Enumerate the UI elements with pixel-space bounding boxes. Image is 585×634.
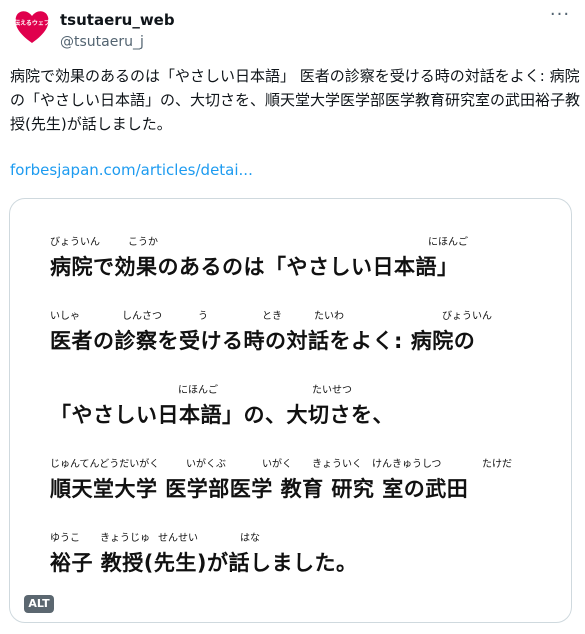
furigana: けんきゅうしつ — [372, 459, 442, 470]
image-line: にほんご たいせつ 「やさしい日本語」の、大切さを、 — [50, 381, 570, 449]
image-line-text: 病院で効果のあるのは「やさしい日本語」 — [50, 255, 459, 279]
furigana: じゅんてんどうだいがく — [50, 459, 160, 470]
image-line-text: 医者の診察を受ける時の対話をよく: 病院の — [50, 329, 476, 353]
furigana: とき — [262, 311, 282, 322]
image-line: びょういん こうか にほんご 病院で効果のあるのは「やさしい日本語」 — [50, 233, 570, 301]
more-options-icon[interactable]: ··· — [545, 6, 575, 26]
furigana: びょういん — [50, 237, 100, 248]
article-link[interactable]: forbesjapan.com/articles/detai... — [10, 161, 253, 179]
tweet-image[interactable]: びょういん こうか にほんご 病院で効果のあるのは「やさしい日本語」 いしゃ し… — [9, 198, 572, 623]
furigana: きょういく — [312, 459, 362, 470]
furigana: はな — [240, 533, 260, 544]
furigana: いがくぶ — [186, 459, 226, 470]
image-line: じゅんてんどうだいがく いがくぶ いがく きょういく けんきゅうしつ たけだ 順… — [50, 455, 570, 523]
furigana: しんさつ — [122, 311, 162, 322]
image-line-text: 「やさしい日本語」の、大切さを、 — [50, 403, 394, 427]
furigana: たいわ — [314, 311, 344, 322]
furigana: ゆうこ — [50, 533, 80, 544]
furigana: いしゃ — [50, 311, 80, 322]
furigana: たけだ — [482, 459, 512, 470]
image-line: いしゃ しんさつ う とき たいわ びょういん 医者の診察を受ける時の対話をよく… — [50, 307, 570, 375]
furigana: にほんご — [178, 385, 218, 396]
furigana: いがく — [262, 459, 292, 470]
image-line: ゆうこ きょうじゅ せんせい はな 裕子 教授(先生)が話しました。 — [50, 529, 570, 597]
tweet-text: 病院で効果のあるのは「やさしい日本語」 医者の診察を受ける時の対話をよく: 病院… — [10, 67, 581, 133]
alt-badge[interactable]: ALT — [24, 595, 54, 613]
furigana: せんせい — [158, 533, 198, 544]
avatar[interactable]: 伝えるウェブ — [12, 6, 52, 46]
avatar-text: 伝えるウェブ — [14, 19, 50, 27]
heart-logo-icon: 伝えるウェブ — [14, 11, 50, 43]
furigana: たいせつ — [312, 385, 352, 396]
display-name[interactable]: tsutaeru_web — [60, 11, 175, 29]
image-line-text: 順天堂大学 医学部医学 教育 研究 室の武田 — [50, 477, 469, 501]
furigana: びょういん — [442, 311, 492, 322]
user-handle[interactable]: @tsutaeru_j — [60, 34, 144, 50]
furigana: う — [198, 311, 208, 322]
furigana: きょうじゅ — [100, 533, 150, 544]
furigana: にほんご — [428, 237, 468, 248]
image-line-text: 裕子 教授(先生)が話しました。 — [50, 551, 358, 575]
furigana: こうか — [128, 237, 158, 248]
